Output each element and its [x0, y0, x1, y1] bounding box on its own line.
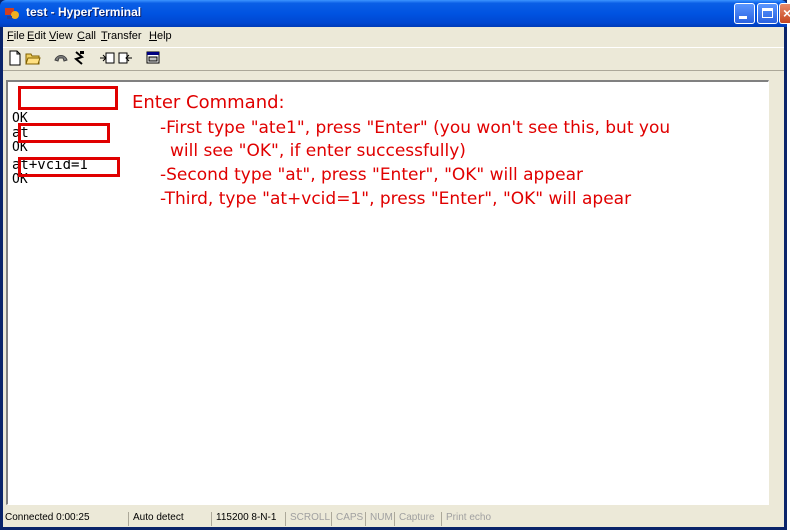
menu-call-mnemonic: C	[77, 30, 85, 42]
menu-file[interactable]: File	[7, 30, 25, 42]
terminal-line: OK	[12, 140, 28, 155]
annotation-heading: Enter Command:	[132, 92, 285, 113]
status-scroll: SCROLL	[285, 512, 330, 526]
menu-view-label: iew	[56, 30, 73, 42]
maximize-icon	[762, 8, 773, 18]
annotation-step1-line2: will see "OK", if enter successfully)	[170, 141, 466, 161]
menu-help[interactable]: Help	[149, 30, 172, 42]
hyperterminal-app-icon[interactable]	[4, 5, 20, 21]
open-icon[interactable]	[25, 50, 41, 66]
vertical-scroll-area[interactable]	[769, 80, 784, 505]
disconnect-icon[interactable]	[71, 50, 87, 66]
minimize-button[interactable]	[734, 3, 755, 24]
menu-help-label: elp	[156, 30, 172, 42]
menu-transfer-label: ransfer	[107, 30, 142, 42]
highlight-box-ate1	[18, 86, 118, 110]
status-port-settings: 115200 8-N-1	[211, 512, 276, 526]
menu-transfer[interactable]: Transfer	[101, 30, 142, 42]
new-icon[interactable]	[7, 50, 23, 66]
menu-call[interactable]: Call	[77, 30, 96, 42]
window-title: test - HyperTerminal	[26, 5, 142, 19]
menu-edit[interactable]: Edit	[27, 30, 46, 42]
send-icon[interactable]	[99, 50, 115, 66]
toolbar	[3, 47, 784, 71]
properties-icon[interactable]	[145, 50, 161, 66]
title-bar[interactable]: test - HyperTerminal ×	[0, 0, 790, 27]
status-bar: Connected 0:00:25 Auto detect 115200 8-N…	[3, 510, 784, 527]
status-caps: CAPS	[331, 512, 363, 526]
menu-call-label: all	[84, 30, 96, 42]
annotation-step1-line1: -First type "ate1", press "Enter" (you w…	[160, 118, 671, 138]
menu-file-mnemonic: F	[7, 30, 14, 42]
terminal-screen[interactable]: OK at OK at+vcid=1 OK Enter Command: -Fi…	[6, 80, 769, 505]
hyperterminal-window: test - HyperTerminal × File Edit View Ca…	[0, 0, 790, 530]
receive-icon[interactable]	[117, 50, 133, 66]
highlight-box-vcid	[18, 157, 120, 177]
connect-icon[interactable]	[53, 50, 69, 66]
highlight-box-at	[18, 123, 110, 143]
status-print-echo: Print echo	[441, 512, 491, 526]
window-client-area: File Edit View Call Transfer Help OK at …	[3, 27, 784, 527]
annotation-step3: -Third, type "at+vcid=1", press "Enter",…	[160, 189, 632, 209]
menu-view[interactable]: View	[49, 30, 73, 42]
close-button[interactable]: ×	[779, 3, 790, 24]
menu-bar: File Edit View Call Transfer Help	[3, 27, 784, 46]
minimize-icon	[739, 16, 747, 19]
status-capture: Capture	[394, 512, 435, 526]
menu-help-mnemonic: H	[149, 30, 157, 42]
status-auto-detect: Auto detect	[128, 512, 184, 526]
status-num: NUM	[365, 512, 393, 526]
status-connected: Connected 0:00:25	[5, 512, 90, 523]
menu-edit-label: dit	[34, 30, 46, 42]
close-icon: ×	[783, 5, 790, 21]
menu-file-label: ile	[13, 30, 25, 42]
annotation-step2: -Second type "at", press "Enter", "OK" w…	[160, 165, 583, 185]
maximize-button[interactable]	[757, 3, 778, 24]
